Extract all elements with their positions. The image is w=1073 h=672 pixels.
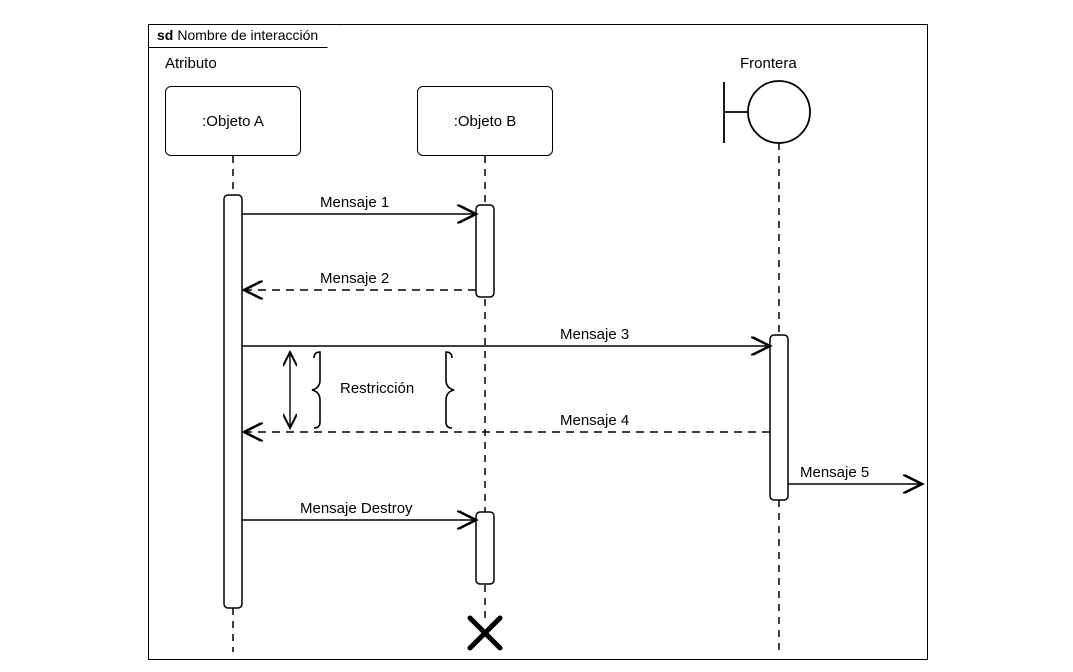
message-4-label: Mensaje 4 [560, 412, 629, 429]
object-a-label: :Objeto A [202, 113, 264, 130]
frame-title: Nombre de interacción [177, 27, 318, 43]
object-b-label: :Objeto B [454, 113, 517, 130]
message-1-label: Mensaje 1 [320, 194, 389, 211]
boundary-label: Frontera [740, 55, 797, 72]
frame-tag: sd [157, 27, 173, 43]
message-5-label: Mensaje 5 [800, 464, 869, 481]
constraint-label: Restricción [340, 380, 414, 397]
message-3-label: Mensaje 3 [560, 326, 629, 343]
object-b-box: :Objeto B [417, 86, 553, 156]
frame-label: sdNombre de interacción [148, 24, 341, 48]
object-a-box: :Objeto A [165, 86, 301, 156]
message-destroy-label: Mensaje Destroy [300, 500, 413, 517]
attribute-label: Atributo [165, 55, 217, 72]
message-2-label: Mensaje 2 [320, 270, 389, 287]
diagram-canvas: sdNombre de interacción Atributo Fronter… [0, 0, 1073, 672]
